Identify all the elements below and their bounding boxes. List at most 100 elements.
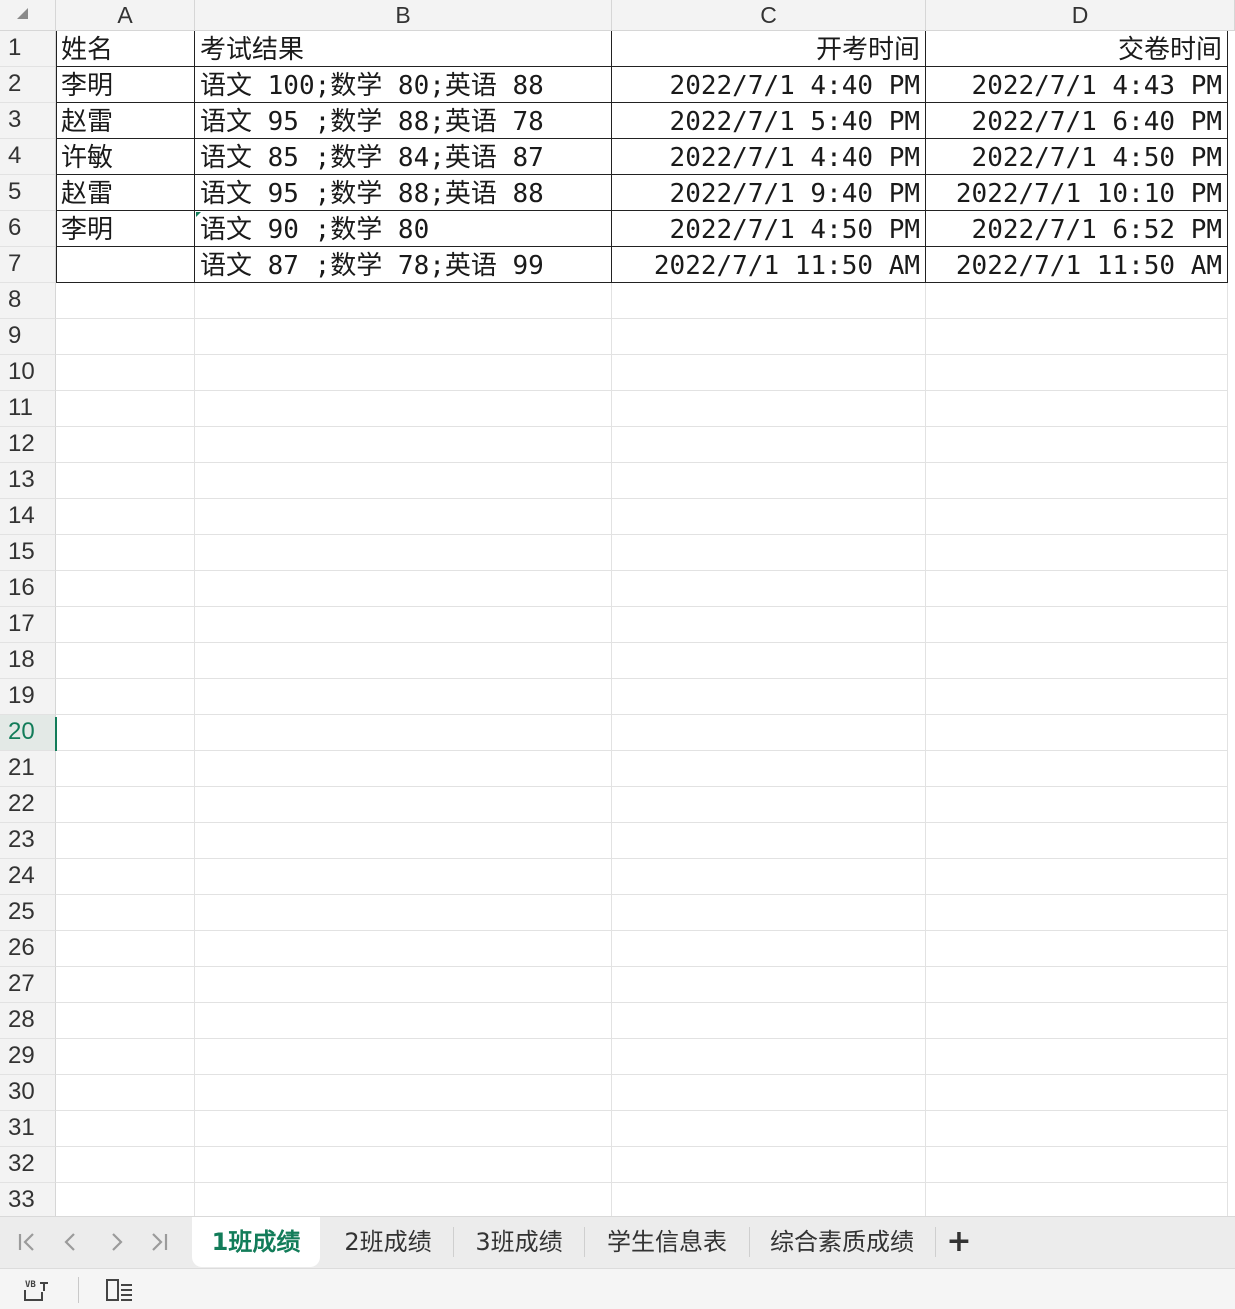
cell-d13[interactable] [926,463,1228,499]
cell-a29[interactable] [56,1039,195,1075]
cell-a4[interactable]: 许敏 [56,139,195,175]
cell-a28[interactable] [56,1003,195,1039]
row-header-15[interactable]: 15 [0,535,56,571]
cell-c24[interactable] [612,859,926,895]
cell-b30[interactable] [195,1075,612,1111]
row-header-28[interactable]: 28 [0,1003,56,1039]
cell-a10[interactable] [56,355,195,391]
cell-b32[interactable] [195,1147,612,1183]
row-header-32[interactable]: 32 [0,1147,56,1183]
cell-b9[interactable] [195,319,612,355]
cell-c6[interactable]: 2022/7/1 4:50 PM [612,211,926,247]
cell-a8[interactable] [56,283,195,319]
cell-b25[interactable] [195,895,612,931]
cell-d2[interactable]: 2022/7/1 4:43 PM [926,67,1228,103]
cell-d24[interactable] [926,859,1228,895]
next-sheet-icon[interactable] [101,1227,131,1257]
cell-d3[interactable]: 2022/7/1 6:40 PM [926,103,1228,139]
cell-c9[interactable] [612,319,926,355]
sheet-tab-3[interactable]: 3班成绩 [455,1217,583,1267]
cell-b20[interactable] [195,715,612,751]
cell-b6[interactable]: 语文 90 ;数学 80 [195,211,612,247]
cell-a3[interactable]: 赵雷 [56,103,195,139]
cell-a6[interactable]: 李明 [56,211,195,247]
macro-vb-icon[interactable]: VB [22,1277,52,1303]
cell-d31[interactable] [926,1111,1228,1147]
row-header-29[interactable]: 29 [0,1039,56,1075]
cell-a20[interactable] [56,715,195,751]
row-header-11[interactable]: 11 [0,391,56,427]
sheet-tab-1[interactable]: 1班成绩 [192,1217,320,1267]
last-sheet-icon[interactable] [144,1227,174,1257]
cell-c2[interactable]: 2022/7/1 4:40 PM [612,67,926,103]
cell-a12[interactable] [56,427,195,463]
cell-d21[interactable] [926,751,1228,787]
cell-b13[interactable] [195,463,612,499]
cell-b19[interactable] [195,679,612,715]
cell-b17[interactable] [195,607,612,643]
row-header-6[interactable]: 6 [0,211,56,247]
cell-d1[interactable]: 交卷时间 [926,31,1228,67]
cell-c29[interactable] [612,1039,926,1075]
cell-c26[interactable] [612,931,926,967]
cell-b26[interactable] [195,931,612,967]
row-header-2[interactable]: 2 [0,67,56,103]
column-header-b[interactable]: B [195,0,612,31]
row-header-22[interactable]: 22 [0,787,56,823]
cell-b8[interactable] [195,283,612,319]
cell-a32[interactable] [56,1147,195,1183]
cell-b27[interactable] [195,967,612,1003]
cell-a24[interactable] [56,859,195,895]
cell-c7[interactable]: 2022/7/1 11:50 AM [612,247,926,283]
column-header-a[interactable]: A [56,0,195,31]
cell-c17[interactable] [612,607,926,643]
cell-a26[interactable] [56,931,195,967]
cell-b2[interactable]: 语文 100;数学 80;英语 88 [195,67,612,103]
cell-c14[interactable] [612,499,926,535]
cell-a33[interactable] [56,1183,195,1216]
cell-c32[interactable] [612,1147,926,1183]
cell-c13[interactable] [612,463,926,499]
cell-d17[interactable] [926,607,1228,643]
row-header-24[interactable]: 24 [0,859,56,895]
row-header-7[interactable]: 7 [0,247,56,283]
cell-c11[interactable] [612,391,926,427]
cell-c10[interactable] [612,355,926,391]
cell-a1[interactable]: 姓名 [56,31,195,67]
cell-a11[interactable] [56,391,195,427]
cell-a2[interactable]: 李明 [56,67,195,103]
cell-c12[interactable] [612,427,926,463]
sheet-tab-5[interactable]: 综合素质成绩 [751,1217,933,1267]
row-header-17[interactable]: 17 [0,607,56,643]
cell-c4[interactable]: 2022/7/1 4:40 PM [612,139,926,175]
cell-b28[interactable] [195,1003,612,1039]
cell-d10[interactable] [926,355,1228,391]
cell-d22[interactable] [926,787,1228,823]
row-header-27[interactable]: 27 [0,967,56,1003]
cell-c1[interactable]: 开考时间 [612,31,926,67]
cell-c3[interactable]: 2022/7/1 5:40 PM [612,103,926,139]
cell-d26[interactable] [926,931,1228,967]
row-header-12[interactable]: 12 [0,427,56,463]
row-header-33[interactable]: 33 [0,1183,56,1216]
row-header-26[interactable]: 26 [0,931,56,967]
cell-c23[interactable] [612,823,926,859]
cell-b16[interactable] [195,571,612,607]
cell-d25[interactable] [926,895,1228,931]
cell-b29[interactable] [195,1039,612,1075]
cell-c22[interactable] [612,787,926,823]
cell-d16[interactable] [926,571,1228,607]
cell-b14[interactable] [195,499,612,535]
prev-sheet-icon[interactable] [56,1227,86,1257]
cell-d4[interactable]: 2022/7/1 4:50 PM [926,139,1228,175]
row-header-8[interactable]: 8 [0,283,56,319]
row-header-21[interactable]: 21 [0,751,56,787]
cell-d8[interactable] [926,283,1228,319]
cell-b21[interactable] [195,751,612,787]
cell-d6[interactable]: 2022/7/1 6:52 PM [926,211,1228,247]
cell-a30[interactable] [56,1075,195,1111]
cell-a25[interactable] [56,895,195,931]
cell-c8[interactable] [612,283,926,319]
cell-d19[interactable] [926,679,1228,715]
cell-a21[interactable] [56,751,195,787]
